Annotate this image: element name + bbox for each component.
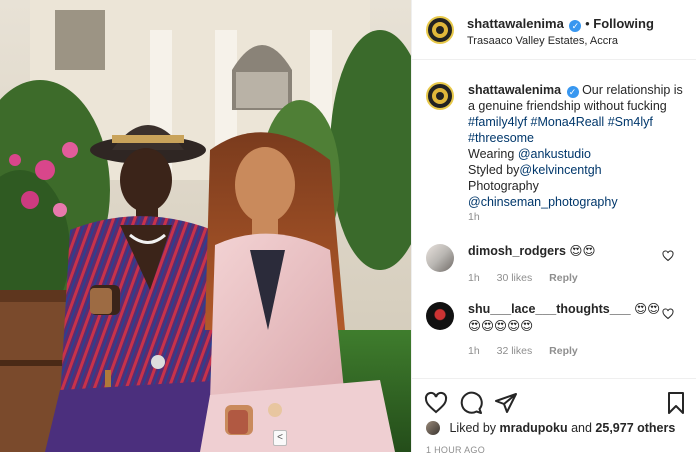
comment-body: 😍😍 xyxy=(569,244,596,258)
mention-link[interactable]: @kelvincentgh xyxy=(519,163,601,177)
hashtag-link[interactable]: #threesome xyxy=(468,131,534,145)
liked-by-and: and xyxy=(571,421,592,435)
comment-likes[interactable]: 32 likes xyxy=(497,345,533,357)
comment-time[interactable]: 1h xyxy=(468,272,480,284)
follow-separator: • xyxy=(585,16,590,31)
post-header: shattawalenima ✓ • Following Trasaaco Va… xyxy=(412,0,696,60)
post-actions: Liked by mradupoku and 25,977 others 1 H… xyxy=(412,378,696,455)
liker-avatar[interactable] xyxy=(426,421,440,435)
following-button[interactable]: Following xyxy=(593,16,654,31)
commenter-username[interactable]: shu___lace___thoughts___ xyxy=(468,302,631,316)
mention-link[interactable]: @chinseman_photography xyxy=(468,195,618,209)
share-icon[interactable] xyxy=(494,391,518,415)
hashtag-link[interactable]: #Sm4lyf xyxy=(608,115,653,129)
comment-text: shu___lace___thoughts___ 😍😍 😍😍😍😍😍 xyxy=(468,301,668,335)
comment-time[interactable]: 1h xyxy=(468,345,480,357)
verified-badge-icon: ✓ xyxy=(569,20,582,32)
comment-heart-icon[interactable] xyxy=(662,308,674,320)
comment-likes[interactable]: 30 likes xyxy=(497,272,533,284)
comment-body: 😍😍 xyxy=(634,302,661,316)
liked-by-row: Liked by mradupoku and 25,977 others xyxy=(426,421,675,435)
hashtag-link[interactable]: #Mona4Reall xyxy=(531,115,605,129)
liked-by-prefix: Liked by xyxy=(449,421,497,435)
verified-badge-icon: ✓ xyxy=(566,86,579,98)
post-caption: shattawalenima ✓ Our relationship is a g… xyxy=(412,60,696,230)
comment-text: dimosh_rodgers 😍😍 xyxy=(468,243,668,260)
comment-meta: 1h 32 likes Reply xyxy=(468,345,592,357)
post-photo-image xyxy=(0,0,411,452)
reply-button[interactable]: Reply xyxy=(549,345,578,357)
heart-icon[interactable] xyxy=(424,391,448,415)
commenter-username[interactable]: dimosh_rodgers xyxy=(468,244,566,258)
comment-heart-icon[interactable] xyxy=(662,250,674,262)
post-photo[interactable] xyxy=(0,0,411,452)
post-location[interactable]: Trasaaco Valley Estates, Accra xyxy=(467,35,618,47)
comment-icon[interactable] xyxy=(459,391,483,415)
hashtag-link[interactable]: #family4lyf xyxy=(468,115,527,129)
author-username-row: shattawalenima ✓ • Following xyxy=(467,16,654,32)
caption-username[interactable]: shattawalenima xyxy=(468,83,561,97)
collapse-tab[interactable]: < xyxy=(273,430,287,446)
wearing-label: Wearing xyxy=(468,147,515,161)
photography-label: Photography xyxy=(468,179,539,193)
author-username[interactable]: shattawalenima xyxy=(467,16,564,31)
post-timestamp[interactable]: 1 HOUR AGO xyxy=(426,445,485,455)
styled-label: Styled by xyxy=(468,163,520,177)
bookmark-icon[interactable] xyxy=(664,391,688,415)
post-sidebar: shattawalenima ✓ • Following Trasaaco Va… xyxy=(411,0,696,455)
caption-avatar[interactable] xyxy=(426,82,454,110)
mention-link[interactable]: @ankustudio xyxy=(518,147,591,161)
caption-text: shattawalenima ✓ Our relationship is a g… xyxy=(468,82,686,210)
commenter-avatar[interactable] xyxy=(426,244,454,272)
likes-count-link[interactable]: 25,977 others xyxy=(595,421,675,435)
liker-username[interactable]: mradupoku xyxy=(500,421,568,435)
caption-time[interactable]: 1h xyxy=(468,211,480,223)
comment-body-line2: 😍😍😍😍😍 xyxy=(468,319,534,333)
commenter-avatar[interactable] xyxy=(426,302,454,330)
reply-button[interactable]: Reply xyxy=(549,272,578,284)
author-avatar[interactable] xyxy=(426,16,454,44)
comment-meta: 1h 30 likes Reply xyxy=(468,272,592,284)
